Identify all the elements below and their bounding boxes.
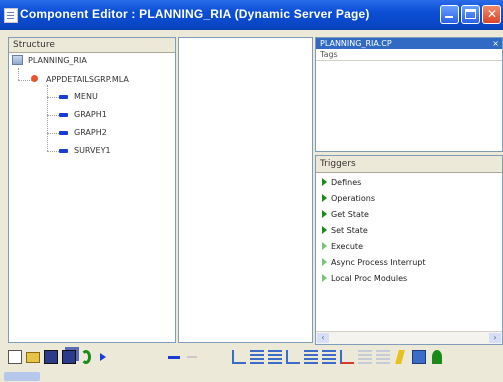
minimize-icon bbox=[445, 16, 453, 18]
tree-connector bbox=[18, 68, 19, 80]
tree-leaf[interactable]: MENU bbox=[74, 92, 98, 101]
green-tool-icon[interactable] bbox=[432, 350, 442, 364]
run-icon[interactable] bbox=[100, 353, 106, 361]
trigger-item[interactable]: Operations bbox=[322, 194, 375, 203]
triggers-panel[interactable]: Triggers Defines Operations Get State Se… bbox=[315, 155, 503, 345]
play-arrow-icon bbox=[322, 242, 327, 250]
trigger-label: Defines bbox=[331, 178, 362, 187]
scroll-right-icon[interactable]: › bbox=[489, 333, 501, 343]
node-icon bbox=[31, 75, 38, 82]
insert-sibling-icon[interactable] bbox=[250, 350, 264, 364]
play-arrow-icon bbox=[322, 258, 327, 266]
play-arrow-icon bbox=[322, 178, 327, 186]
properties-selector[interactable]: PLANNING_RIA.CP × bbox=[316, 38, 502, 49]
horizontal-scrollbar[interactable]: ‹ › bbox=[316, 331, 502, 344]
trigger-label: Operations bbox=[331, 194, 375, 203]
refresh-icon[interactable] bbox=[81, 350, 91, 364]
indent-icon[interactable] bbox=[286, 350, 300, 364]
leaf-icon bbox=[59, 131, 68, 135]
trigger-label: Execute bbox=[331, 242, 363, 251]
insert-after-icon[interactable] bbox=[268, 350, 282, 364]
save-icon[interactable] bbox=[44, 350, 58, 364]
close-icon: ✕ bbox=[487, 7, 498, 21]
maximize-icon bbox=[465, 9, 476, 19]
title-bar[interactable]: Component Editor : PLANNING_RIA (Dynamic… bbox=[0, 0, 503, 30]
highlight-icon[interactable] bbox=[395, 350, 405, 364]
editor-canvas[interactable] bbox=[178, 37, 313, 343]
tree-leaf-label: GRAPH2 bbox=[74, 128, 107, 137]
properties-sub-label: Tags bbox=[316, 49, 502, 61]
tree-connector bbox=[47, 97, 59, 98]
disabled-tool-icon bbox=[358, 350, 372, 364]
tree-leaf[interactable]: GRAPH2 bbox=[74, 128, 107, 137]
maximize-button[interactable] bbox=[461, 5, 480, 24]
outdent-icon[interactable] bbox=[304, 350, 318, 364]
properties-icon[interactable] bbox=[412, 350, 426, 364]
scroll-left-icon[interactable]: ‹ bbox=[317, 333, 329, 343]
close-button[interactable]: ✕ bbox=[482, 5, 501, 24]
tree-leaf[interactable]: SURVEY1 bbox=[74, 146, 111, 155]
tree-leaf-label: SURVEY1 bbox=[74, 146, 111, 155]
trigger-item[interactable]: Local Proc Modules bbox=[322, 274, 407, 283]
structure-panel[interactable]: Structure PLANNING_RIA APPDETAILSGRP.MLA… bbox=[8, 37, 176, 343]
leaf-icon bbox=[59, 149, 68, 153]
component-icon bbox=[12, 55, 23, 65]
triggers-header: Triggers bbox=[316, 156, 502, 173]
trigger-item[interactable]: Get State bbox=[322, 210, 369, 219]
leaf-icon bbox=[59, 95, 68, 99]
play-arrow-icon bbox=[322, 210, 327, 218]
open-folder-icon[interactable] bbox=[26, 352, 40, 363]
tree-connector bbox=[47, 85, 48, 151]
trigger-label: Local Proc Modules bbox=[331, 274, 408, 283]
trigger-label: Set State bbox=[331, 226, 368, 235]
play-arrow-icon bbox=[322, 274, 327, 282]
disabled-tool-icon bbox=[376, 350, 390, 364]
document-icon bbox=[4, 8, 18, 23]
tree-leaf[interactable]: GRAPH1 bbox=[74, 110, 107, 119]
minimize-button[interactable] bbox=[440, 5, 459, 24]
play-arrow-icon bbox=[322, 194, 327, 202]
leaf-icon bbox=[59, 113, 68, 117]
back-arrow-icon[interactable] bbox=[168, 356, 180, 359]
tree-connector bbox=[47, 151, 59, 152]
trigger-label: Get State bbox=[331, 210, 369, 219]
insert-child-icon[interactable] bbox=[232, 350, 246, 364]
play-arrow-icon bbox=[322, 226, 327, 234]
window-title: Component Editor : PLANNING_RIA (Dynamic… bbox=[20, 7, 370, 21]
close-icon[interactable]: × bbox=[492, 38, 499, 49]
tree-connector bbox=[47, 133, 59, 134]
tree-leaf-label: GRAPH1 bbox=[74, 110, 107, 119]
tree-root-label: PLANNING_RIA bbox=[28, 56, 87, 65]
trigger-label: Async Process Interrupt bbox=[331, 258, 426, 267]
properties-selector-label: PLANNING_RIA.CP bbox=[320, 39, 392, 48]
trigger-item[interactable]: Async Process Interrupt bbox=[322, 258, 426, 267]
properties-panel[interactable]: PLANNING_RIA.CP × Tags bbox=[315, 37, 503, 152]
forward-arrow-icon[interactable] bbox=[187, 356, 197, 358]
new-document-icon[interactable] bbox=[8, 350, 22, 364]
status-bar bbox=[0, 370, 503, 382]
tree-child-label: APPDETAILSGRP.MLA bbox=[46, 75, 129, 84]
delete-node-icon[interactable] bbox=[340, 350, 354, 364]
tree-connector bbox=[47, 115, 59, 116]
tree-child[interactable]: APPDETAILSGRP.MLA bbox=[31, 75, 129, 84]
save-all-icon[interactable] bbox=[62, 350, 76, 364]
trigger-item[interactable]: Execute bbox=[322, 242, 363, 251]
tree-root[interactable]: PLANNING_RIA bbox=[12, 55, 87, 65]
trigger-item[interactable]: Set State bbox=[322, 226, 368, 235]
structure-header: Structure bbox=[9, 38, 175, 53]
move-icon[interactable] bbox=[322, 350, 336, 364]
tree-connector bbox=[18, 80, 32, 81]
tree-leaf-label: MENU bbox=[74, 92, 98, 101]
toolbar bbox=[8, 346, 503, 368]
trigger-item[interactable]: Defines bbox=[322, 178, 361, 187]
status-scroll-thumb[interactable] bbox=[4, 372, 40, 381]
